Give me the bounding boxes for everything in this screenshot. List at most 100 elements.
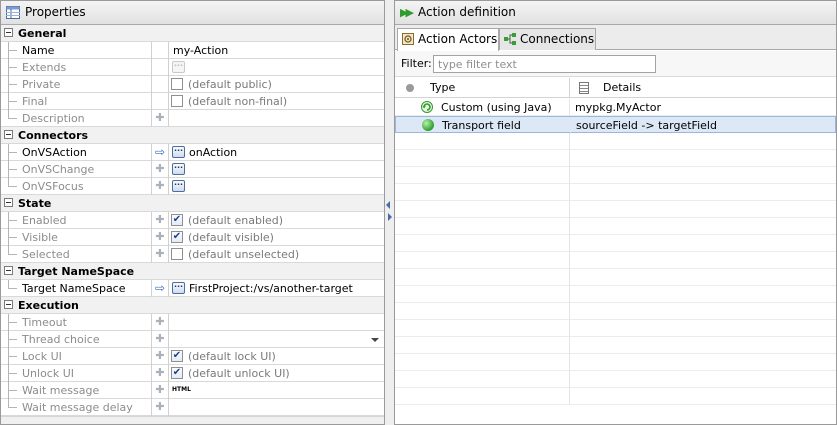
property-row-lock-ui[interactable]: Lock UI ✚ ✔ (default lock UI) xyxy=(1,348,384,365)
browse-button[interactable]: ··· xyxy=(172,180,185,192)
collapse-toggle-icon[interactable] xyxy=(4,266,13,275)
property-row-visible[interactable]: Visible ✚ ✔ (default visible) xyxy=(1,229,384,246)
collapse-right-icon[interactable] xyxy=(388,213,392,221)
property-row-target-namespace[interactable]: Target NameSpace ⇨ ··· FirstProject:/vs/… xyxy=(1,280,384,297)
property-label: Timeout xyxy=(22,316,67,329)
category-label: Connectors xyxy=(18,129,89,142)
arrow-right-icon[interactable]: ⇨ xyxy=(154,282,166,294)
browse-button[interactable]: ··· xyxy=(172,163,185,175)
collapse-toggle-icon[interactable] xyxy=(4,130,13,139)
tab-connections[interactable]: Connections xyxy=(499,28,596,50)
actor-details: mypkg.MyActor xyxy=(575,101,662,114)
properties-table-icon xyxy=(6,6,20,19)
empty-row xyxy=(395,150,836,167)
property-row-selected[interactable]: Selected ✚ (default unselected) xyxy=(1,246,384,263)
collapse-left-icon[interactable] xyxy=(386,201,390,209)
arrow-right-icon[interactable]: ⇨ xyxy=(154,146,166,158)
add-icon[interactable]: ✚ xyxy=(155,163,165,174)
add-icon[interactable]: ✚ xyxy=(155,401,165,412)
add-icon[interactable]: ✚ xyxy=(155,180,165,191)
empty-row xyxy=(395,303,836,320)
checkbox-label: (default unlock UI) xyxy=(188,367,290,380)
table-row[interactable]: Custom (using Java) mypkg.MyActor xyxy=(395,99,836,116)
add-icon[interactable]: ✚ xyxy=(155,384,165,395)
enabled-checkbox[interactable]: ✔ xyxy=(171,214,183,226)
add-icon[interactable]: ✚ xyxy=(155,214,165,225)
empty-row xyxy=(395,320,836,337)
tab-action-actors[interactable]: Action Actors xyxy=(397,28,499,51)
property-label: OnVSChange xyxy=(22,163,95,176)
property-row-enabled[interactable]: Enabled ✚ ✔ (default enabled) xyxy=(1,212,384,229)
category-target-namespace[interactable]: Target NameSpace xyxy=(1,263,384,280)
table-header: Type Details xyxy=(395,78,836,98)
property-row-extends[interactable]: Extends ··· xyxy=(1,59,384,76)
lock-ui-checkbox[interactable]: ✔ xyxy=(171,350,183,362)
add-icon[interactable]: ✚ xyxy=(155,367,165,378)
add-icon[interactable]: ✚ xyxy=(155,316,165,327)
dropdown-arrow-icon[interactable] xyxy=(371,338,379,342)
table-row-selected[interactable]: Transport field sourceField -> targetFie… xyxy=(395,116,836,134)
category-connectors[interactable]: Connectors xyxy=(1,127,384,144)
category-general[interactable]: General xyxy=(1,25,384,42)
property-label: Private xyxy=(22,78,61,91)
html-icon[interactable]: HTML xyxy=(172,386,191,394)
horizontal-scrollbar[interactable] xyxy=(1,416,384,424)
filter-bar: Filter: xyxy=(395,51,836,77)
property-row-onvsaction[interactable]: OnVSAction ⇨ ··· onAction xyxy=(1,144,384,161)
column-label: Details xyxy=(603,81,642,94)
empty-row xyxy=(395,371,836,388)
property-label: OnVSFocus xyxy=(22,180,84,193)
add-icon[interactable]: ✚ xyxy=(155,350,165,361)
property-label: Wait message xyxy=(22,384,100,397)
private-checkbox[interactable] xyxy=(171,78,183,90)
target-namespace-value[interactable]: FirstProject:/vs/another-target xyxy=(189,281,353,296)
property-row-onvsfocus[interactable]: OnVSFocus ✚ ··· xyxy=(1,178,384,195)
property-row-unlock-ui[interactable]: Unlock UI ✚ ✔ (default unlock UI) xyxy=(1,365,384,382)
collapse-toggle-icon[interactable] xyxy=(4,300,13,309)
checkbox-label: (default non-final) xyxy=(188,95,288,108)
add-icon[interactable]: ✚ xyxy=(155,112,165,123)
status-dot-icon xyxy=(406,84,414,92)
property-row-description[interactable]: Description ✚ xyxy=(1,110,384,127)
browse-button[interactable]: ··· xyxy=(172,282,185,294)
category-label: Target NameSpace xyxy=(18,265,135,278)
connections-icon xyxy=(504,33,516,45)
property-row-thread-choice[interactable]: Thread choice ✚ xyxy=(1,331,384,348)
empty-row xyxy=(395,133,836,150)
property-row-final[interactable]: Final (default non-final) xyxy=(1,93,384,110)
property-row-wait-message-delay[interactable]: Wait message delay ✚ xyxy=(1,399,384,416)
property-label: Lock UI xyxy=(22,350,62,363)
properties-view: Properties General Name my-Action Extend… xyxy=(0,0,385,425)
category-execution[interactable]: Execution xyxy=(1,297,384,314)
panel-splitter[interactable] xyxy=(385,0,394,425)
filter-input[interactable] xyxy=(433,55,656,73)
property-row-name[interactable]: Name my-Action xyxy=(1,42,384,59)
property-label: Enabled xyxy=(22,214,67,227)
visible-checkbox[interactable]: ✔ xyxy=(171,231,183,243)
collapse-toggle-icon[interactable] xyxy=(4,28,13,37)
column-header-type[interactable]: Type xyxy=(395,78,570,98)
add-icon[interactable]: ✚ xyxy=(155,248,165,259)
column-header-details[interactable]: Details xyxy=(571,78,836,98)
checkbox-label: (default enabled) xyxy=(188,214,284,227)
category-state[interactable]: State xyxy=(1,195,384,212)
property-row-onvschange[interactable]: OnVSChange ✚ ··· xyxy=(1,161,384,178)
tab-label: Connections xyxy=(520,32,595,46)
checkbox-label: (default unselected) xyxy=(188,248,300,261)
add-icon[interactable]: ✚ xyxy=(155,231,165,242)
empty-row xyxy=(395,167,836,184)
property-row-timeout[interactable]: Timeout ✚ xyxy=(1,314,384,331)
collapse-toggle-icon[interactable] xyxy=(4,198,13,207)
name-value-field[interactable]: my-Action xyxy=(173,43,228,58)
checkbox-label: (default lock UI) xyxy=(188,350,276,363)
browse-button[interactable]: ··· xyxy=(172,146,185,158)
add-icon[interactable]: ✚ xyxy=(155,333,165,344)
property-row-private[interactable]: Private (default public) xyxy=(1,76,384,93)
property-label: Target NameSpace xyxy=(22,282,126,295)
browse-button[interactable]: ··· xyxy=(172,61,185,73)
onvsaction-value[interactable]: onAction xyxy=(189,145,237,160)
final-checkbox[interactable] xyxy=(171,95,183,107)
property-row-wait-message[interactable]: Wait message ✚ HTML xyxy=(1,382,384,399)
selected-checkbox[interactable] xyxy=(171,248,183,260)
unlock-ui-checkbox[interactable]: ✔ xyxy=(171,367,183,379)
